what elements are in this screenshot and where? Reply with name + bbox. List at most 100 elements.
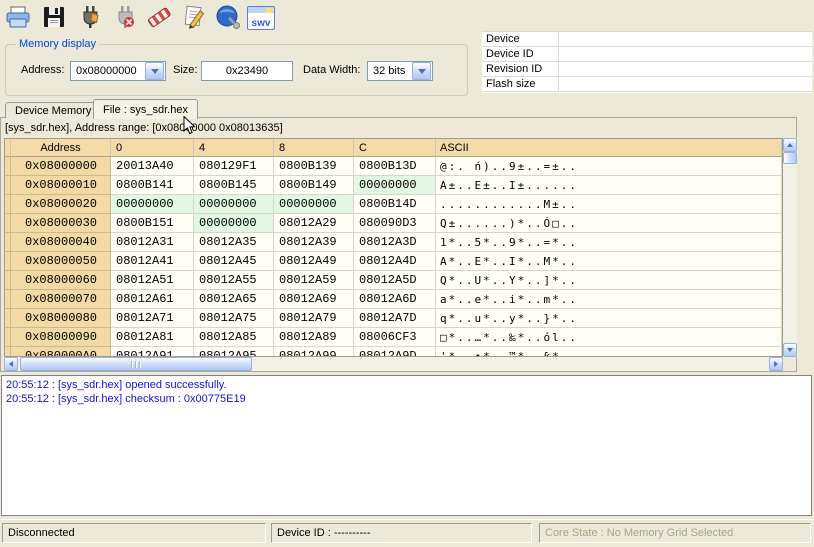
mouse-cursor [183,116,196,139]
hex-cell[interactable]: 08012A75 [194,309,274,328]
ascii-cell[interactable]: A±..E±..I±...... [436,176,782,195]
column-header-ascii[interactable]: ASCII [436,139,782,157]
hex-cell[interactable]: 08012A55 [194,271,274,290]
ascii-cell[interactable]: q*..u*..y*..}*.. [436,309,782,328]
hex-cell[interactable]: 00000000 [194,195,274,214]
tab-device-memory[interactable]: Device Memory [5,102,101,118]
ascii-cell[interactable]: Q±......)*..Ó□.. [436,214,782,233]
hex-cell[interactable]: 08012A5D [354,271,436,290]
hex-cell[interactable]: 08012A49 [274,252,354,271]
ascii-cell[interactable]: A*..E*..I*..M*.. [436,252,782,271]
hex-cell[interactable]: 08012A61 [111,290,194,309]
hex-cell[interactable]: 0800B13D [354,157,436,176]
disconnect-button[interactable] [110,3,140,33]
hex-cell[interactable]: 08012A29 [274,214,354,233]
hex-cell[interactable]: 0800B139 [274,157,354,176]
table-row: 0x08000060 08012A51 08012A55 08012A59 08… [5,271,782,290]
data-width-dropdown-button[interactable] [412,62,431,80]
vertical-scrollbar[interactable] [783,138,797,357]
column-header-8[interactable]: 8 [274,139,354,157]
column-header-address[interactable]: Address [11,139,111,157]
save-button[interactable] [39,3,69,33]
program-verify-button[interactable] [179,3,209,33]
hex-cell[interactable]: 00000000 [111,195,194,214]
scroll-down-button[interactable] [783,343,797,357]
hex-cell[interactable]: 08012A9D [354,347,436,357]
chevron-up-icon [787,143,793,147]
hex-cell[interactable]: 08012A71 [111,309,194,328]
hex-cell[interactable]: 08012A81 [111,328,194,347]
swv-button[interactable]: swv [246,3,276,33]
address-range-text: [sys_sdr.hex], Address range: [0x0800000… [5,122,283,134]
horizontal-scrollbar[interactable] [4,357,783,371]
hex-cell[interactable]: 08012A4D [354,252,436,271]
hex-cell[interactable]: 08012A31 [111,233,194,252]
hex-cell[interactable]: 08012A95 [194,347,274,357]
data-width-value: 32 bits [368,65,411,77]
hex-cell[interactable]: 08012A45 [194,252,274,271]
hex-cell[interactable]: 08012A89 [274,328,354,347]
column-header-4[interactable]: 4 [194,139,274,157]
hex-cell[interactable]: 20013A40 [111,157,194,176]
ascii-cell[interactable]: @:. ń)..9±..=±.. [436,157,782,176]
connect-button[interactable] [75,3,105,33]
ascii-cell[interactable]: a*..e*..i*..m*.. [436,290,782,309]
hex-cell[interactable]: 0800B14D [354,195,436,214]
hex-cell[interactable]: 0800B151 [111,214,194,233]
address-label: Address: [21,64,64,76]
hex-cell[interactable]: 08012A3D [354,233,436,252]
hex-cell[interactable]: 00000000 [274,195,354,214]
hex-cell[interactable]: 08012A59 [274,271,354,290]
hex-cell[interactable]: 08012A7D [354,309,436,328]
hex-cell[interactable]: 08012A41 [111,252,194,271]
horizontal-scrollbar-thumb[interactable] [20,357,252,371]
hex-cell[interactable]: 08012A99 [274,347,354,357]
table-row: 0x08000010 0800B141 0800B145 0800B149 00… [5,176,782,195]
hex-cell[interactable]: 08012A91 [111,347,194,357]
scroll-left-button[interactable] [4,357,18,371]
log-panel[interactable]: 20:55:12 : [sys_sdr.hex] opened successf… [1,375,812,516]
ascii-cell[interactable]: Q*..U*..Y*..]*.. [436,271,782,290]
vertical-scrollbar-thumb[interactable] [783,152,797,164]
log-line: 20:55:12 : [sys_sdr.hex] checksum : 0x00… [6,392,807,406]
hex-cell[interactable]: 00000000 [194,214,274,233]
hex-cell[interactable]: 08012A39 [274,233,354,252]
hex-cell[interactable]: 08012A35 [194,233,274,252]
scroll-up-button[interactable] [783,138,797,152]
print-button[interactable] [3,3,33,33]
address-cell: 0x08000060 [11,271,111,290]
ascii-cell[interactable]: '*..•*..™*..ƙ*.. [436,347,782,357]
ascii-cell[interactable]: 1*..5*..9*..=*.. [436,233,782,252]
chevron-down-icon [418,69,426,74]
memory-display-group: Memory display Address: 0x08000000 Size:… [5,44,468,96]
scroll-right-button[interactable] [769,357,783,371]
column-header-c[interactable]: C [354,139,436,157]
hex-cell[interactable]: 00000000 [354,176,436,195]
address-combobox[interactable]: 0x08000000 [70,61,166,81]
device-info-label: Device [482,32,559,46]
hex-cell[interactable]: 0800B145 [194,176,274,195]
hex-cell[interactable]: 08012A51 [111,271,194,290]
column-header-0[interactable]: 0 [111,139,194,157]
print-icon [5,4,31,33]
chevron-right-icon [774,361,778,367]
erase-chip-button[interactable] [144,3,174,33]
hex-cell[interactable]: 08012A69 [274,290,354,309]
hex-cell[interactable]: 08012A65 [194,290,274,309]
hex-cell[interactable]: 08012A85 [194,328,274,347]
hex-cell[interactable]: 08006CF3 [354,328,436,347]
table-row: 0x08000080 08012A71 08012A75 08012A79 08… [5,309,782,328]
data-width-combobox[interactable]: 32 bits [367,61,433,81]
address-dropdown-button[interactable] [145,62,164,80]
target-settings-button[interactable] [213,3,243,33]
ascii-cell[interactable]: ............M±.. [436,195,782,214]
hex-cell[interactable]: 08012A79 [274,309,354,328]
hex-cell[interactable]: 0800B141 [111,176,194,195]
ascii-cell[interactable]: □*..…*..‰*..ól.. [436,328,782,347]
size-input[interactable]: 0x23490 [201,61,293,81]
hex-cell[interactable]: 080129F1 [194,157,274,176]
hex-cell[interactable]: 0800B149 [274,176,354,195]
hex-cell[interactable]: 08012A6D [354,290,436,309]
grid-body: 0x08000000 20013A40 080129F1 0800B139 08… [5,157,782,357]
hex-cell[interactable]: 080090D3 [354,214,436,233]
